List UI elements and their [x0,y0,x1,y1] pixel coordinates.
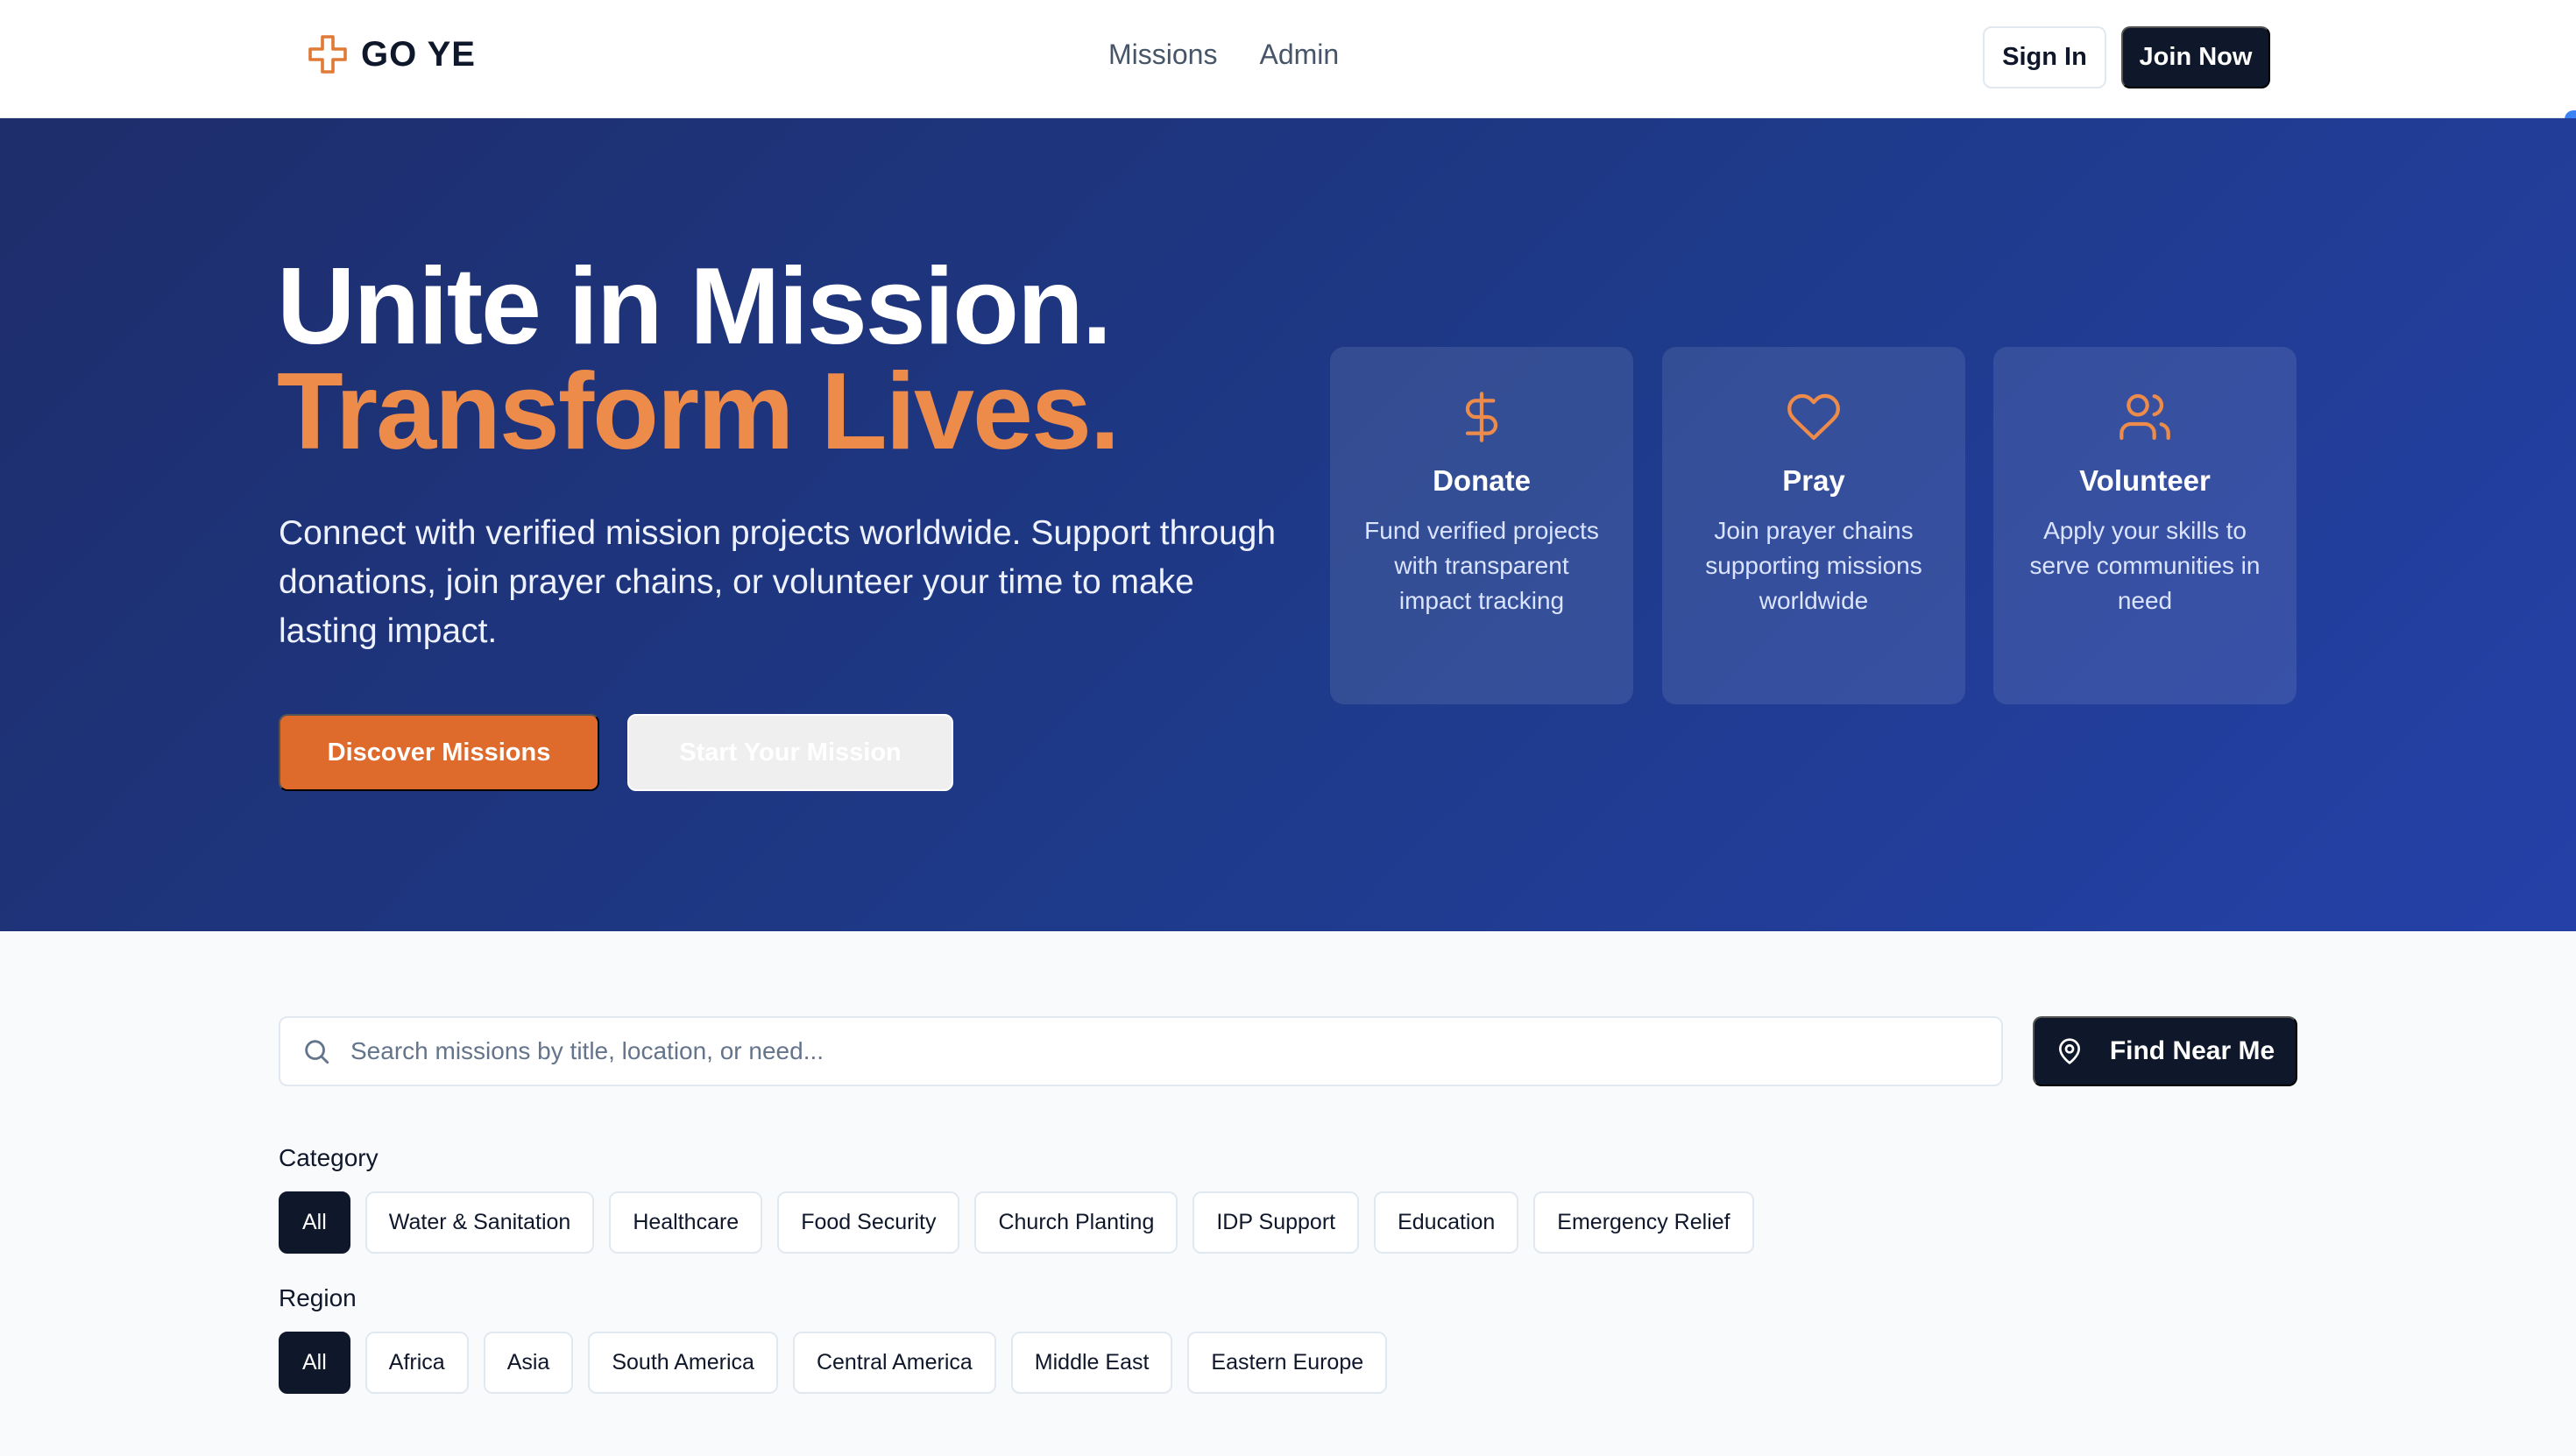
hero-description: Connect with verified mission projects w… [279,514,1277,650]
search-icon [305,1040,329,1064]
brand-logo[interactable]: GO YE [307,33,476,75]
category-chips: All Water & Sanitation Healthcare Food S… [279,1191,1754,1254]
hero-title-line1: Unite in Mission. [277,246,1112,367]
nav-link-admin[interactable]: Admin [1259,39,1339,71]
volunteer-card: Volunteer Apply your skills to serve com… [1993,347,2296,704]
category-chip-education[interactable]: Education [1374,1191,1519,1254]
brand-name: GO YE [361,34,476,74]
hero-title: Unite in Mission. Transform Lives. [277,246,1120,472]
region-chip-eastern-europe[interactable]: Eastern Europe [1187,1332,1388,1394]
category-chip-healthcare[interactable]: Healthcare [609,1191,763,1254]
nav-link-missions[interactable]: Missions [1108,39,1217,71]
region-chip-asia[interactable]: Asia [483,1332,574,1394]
category-chip-idp-support[interactable]: IDP Support [1192,1191,1360,1254]
card-description: Join prayer chains supporting missions w… [1705,517,1922,614]
cross-icon [308,35,347,74]
map-pin-icon [2058,1038,2080,1064]
join-now-button[interactable]: Join Now [2121,26,2270,88]
find-near-me-label: Find Near Me [2109,1036,2275,1065]
card-title: Pray [1782,464,1845,497]
sign-in-button[interactable]: Sign In [1983,26,2106,88]
hero-title-line2: Transform Lives. [277,351,1120,472]
dollar-icon [1465,392,1498,442]
discover-missions-button[interactable]: Discover Missions [279,714,599,791]
category-label: Category [279,1144,379,1171]
category-chip-church-planting[interactable]: Church Planting [974,1191,1178,1254]
region-chip-central-america[interactable]: Central America [792,1332,996,1394]
find-near-me-button[interactable]: Find Near Me [2033,1016,2297,1086]
region-chips: All Africa Asia South America Central Am… [279,1332,1388,1394]
search-bar [279,1016,2003,1086]
start-mission-button[interactable]: Start Your Mission [627,714,953,791]
region-chip-all[interactable]: All [279,1332,350,1394]
card-title: Volunteer [2079,464,2211,497]
top-navbar: GO YE Missions Admin Sign In Join Now [0,0,2576,118]
category-chip-food-security[interactable]: Food Security [777,1191,960,1254]
region-chip-middle-east[interactable]: Middle East [1010,1332,1173,1394]
hero-section: Unite in Mission. Transform Lives. Conne… [0,118,2576,931]
search-input[interactable] [350,1037,1928,1065]
region-label: Region [279,1284,357,1311]
donate-card: Donate Fund verified projects with trans… [1330,347,1633,704]
card-title: Donate [1433,464,1531,497]
category-chip-emergency-relief[interactable]: Emergency Relief [1533,1191,1754,1254]
pray-card: Pray Join prayer chains supporting missi… [1662,347,1965,704]
main-nav: Missions Admin [1108,39,1339,71]
region-chip-south-america[interactable]: South America [588,1332,778,1394]
heart-icon [1787,393,1840,441]
users-icon [2120,393,2170,441]
card-description: Apply your skills to serve communities i… [2029,517,2261,614]
card-description: Fund verified projects with transparent … [1364,517,1599,614]
region-chip-africa[interactable]: Africa [364,1332,469,1394]
category-chip-water-sanitation[interactable]: Water & Sanitation [364,1191,595,1254]
category-chip-all[interactable]: All [279,1191,350,1254]
